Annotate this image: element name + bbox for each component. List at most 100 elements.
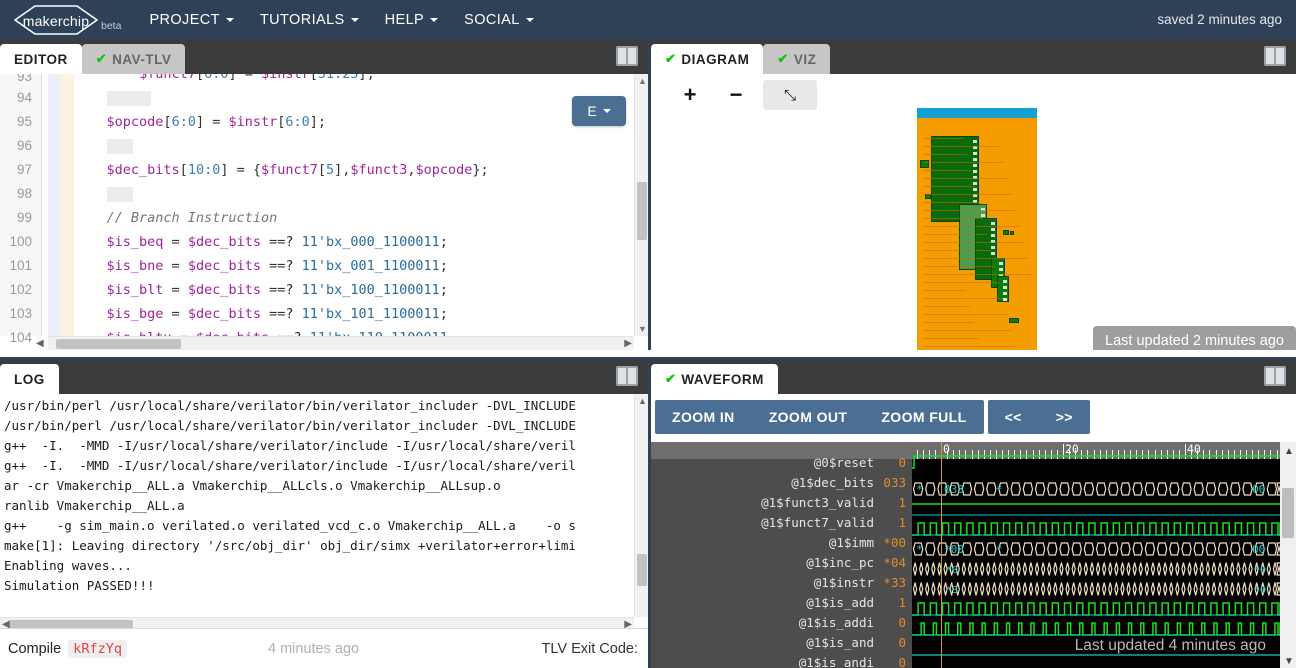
code-line[interactable]: $is_bne = $dec_bits ==? 11'bx_001_110001… [74,254,632,278]
signal-row[interactable]: @1$dec_bits 033 [651,472,912,492]
tab-log[interactable]: LOG [0,364,59,394]
signal-name: @1$is_and [806,634,874,650]
scrollbar-thumb[interactable] [1282,488,1294,538]
log-line: /usr/bin/perl /usr/local/share/verilator… [4,418,576,433]
code-line[interactable]: $funct7[6:0] = $instr[31:25]; [74,74,632,86]
editor-vertical-scrollbar[interactable]: ▲ ▼ [634,74,648,336]
check-icon: ✔ [95,51,108,66]
tab-editor[interactable]: EDITOR [0,44,82,74]
zoom-out-button[interactable]: ZOOM OUT [752,400,865,434]
diagram-wire [923,330,1011,331]
code-line[interactable] [74,182,632,206]
signal-row[interactable]: @1$imm *00 [651,532,912,552]
diagram-wire [923,186,975,187]
scroll-down-arrow[interactable]: ▼ [1284,656,1294,667]
editor-horizontal-scrollbar[interactable] [48,336,634,350]
diagram-body[interactable]: + − ⤡ Last updated 2 minutes ago [651,74,1296,350]
waveform-canvas[interactable]: @0$reset 0 @1$dec_bits 033 @1$funct3_valid 1 @… [651,442,1296,668]
diagram-block[interactable] [1009,318,1019,323]
status-bar: Compile kRfzYq 4 minutes ago TLV Exit Co… [0,628,648,668]
code-line[interactable] [74,86,632,110]
signal-row[interactable]: @1$funct7_valid 1 [651,512,912,532]
step-forward-button[interactable]: >> [1039,400,1090,434]
code-token: $funct3 [350,162,408,178]
scroll-right-arrow[interactable]: ▶ [624,338,632,349]
code-line[interactable]: $is_blt = $dec_bits ==? 11'bx_100_110001… [74,278,632,302]
tab-viz[interactable]: ✔ VIZ [763,44,831,74]
signal-row[interactable]: @1$inc_pc *04 [651,552,912,572]
scroll-up-arrow[interactable]: ▲ [638,76,647,86]
tab-diagram[interactable]: ✔ DIAGRAM [651,44,764,74]
code-line[interactable] [74,134,632,158]
signal-row[interactable]: @1$is_add 1 [651,592,912,612]
scrollbar-thumb[interactable] [637,182,647,240]
signal-name: @0$reset [813,455,874,470]
signal-row[interactable]: @1$is_andi 0 [651,652,912,668]
diagram-port [991,246,995,249]
editor-body[interactable]: 93 94 95 96 97 98 99 100 101 102 103 104 $funct7[6:… [0,74,648,350]
code-token: $opcode [106,114,164,130]
code-token: [ [317,162,327,178]
waveform-vertical-scrollbar[interactable]: ▲ ▼ [1280,442,1296,668]
zoom-in-button[interactable]: ZOOM IN [655,400,752,434]
waveform-body[interactable]: ZOOM IN ZOOM OUT ZOOM FULL << >> @0$rese… [651,394,1296,668]
time-cursor[interactable] [941,442,942,668]
nav-menu: PROJECT TUTORIALS HELP SOCIAL [149,8,534,32]
signal-trace [912,503,1280,516]
diagram-port [973,164,977,167]
zoom-out-button[interactable]: − [717,80,755,110]
step-back-button[interactable]: << [988,400,1039,434]
split-pane-icon[interactable] [616,46,638,66]
signal-value: *33 [883,574,906,590]
nav-item-social[interactable]: SOCIAL [464,8,534,32]
code-line[interactable]: $opcode[6:0] = $instr[6:0]; [74,110,632,134]
code-line[interactable]: $is_bge = $dec_bits ==? 11'bx_101_110001… [74,302,632,326]
signal-row[interactable]: @1$instr *33 [651,572,912,592]
diagram-port [991,252,995,255]
fit-to-screen-button[interactable]: ⤡ [763,80,817,110]
code-token: 11'bx_000_1100011 [301,234,440,250]
code-lines[interactable]: $funct7[6:0] = $instr[31:25]; $opcode[6:… [74,74,632,346]
split-pane-icon[interactable] [1264,366,1286,386]
scrollbar-thumb[interactable] [56,339,181,349]
nav-item-project[interactable]: PROJECT [149,8,234,32]
waveform-pane: ✔ WAVEFORM ZOOM IN ZOOM OUT ZOOM FULL <<… [648,357,1296,668]
diagram-block[interactable] [1003,230,1009,235]
signal-row[interactable]: @1$is_and 0 [651,632,912,652]
code-line[interactable]: $dec_bits[10:0] = {$funct7[5],$funct3,$o… [74,158,632,182]
split-pane-icon[interactable] [1264,46,1286,66]
diagram-port [991,234,995,237]
tab-nav-tlv[interactable]: ✔ NAV-TLV [81,44,186,74]
scroll-down-arrow[interactable]: ▼ [638,324,647,334]
brand-logo[interactable]: makerchip beta [14,5,121,35]
compile-id[interactable]: kRfzYq [68,639,127,658]
zoom-full-button[interactable]: ZOOM FULL [864,400,983,434]
code-line[interactable]: $is_beq = $dec_bits ==? 11'bx_000_110001… [74,230,632,254]
code-token: 11'bx_001_1100011 [301,258,440,274]
scroll-up-arrow[interactable]: ▲ [1284,446,1294,457]
nav-label: TUTORIALS [259,12,345,28]
editor-mode-button[interactable]: E [572,96,626,126]
zoom-in-button[interactable]: + [671,80,709,110]
waveform-plot[interactable]: 0 20 40 033 * * 00 *00 * * 00 *0 *0 *3 *0 [912,442,1280,668]
scrollbar-thumb[interactable] [637,554,647,586]
log-vertical-scrollbar[interactable]: ▲ [634,394,648,617]
diagram-block[interactable] [1010,231,1014,235]
block-diagram-canvas[interactable] [917,108,1037,350]
tab-waveform[interactable]: ✔ WAVEFORM [651,364,778,394]
split-pane-icon[interactable] [616,366,638,386]
code-area[interactable]: 93 94 95 96 97 98 99 100 101 102 103 104 $funct7[6:… [0,74,648,346]
nav-item-help[interactable]: HELP [385,8,439,32]
diagram-port [991,222,995,225]
code-token: ] = [195,114,229,130]
whitespace-marker [106,138,133,154]
code-line[interactable]: // Branch Instruction [74,206,632,230]
signal-row[interactable]: @0$reset 0 [651,455,912,472]
nav-item-tutorials[interactable]: TUTORIALS [260,8,359,32]
log-body[interactable]: /usr/bin/perl /usr/local/share/verilator… [0,394,648,631]
signal-row[interactable]: @1$is_addi 0 [651,612,912,632]
signal-row[interactable]: @1$funct3_valid 1 [651,492,912,512]
scroll-left-arrow[interactable]: ◀ [36,338,44,349]
svg-text:00: 00 [1252,483,1265,496]
scroll-up-arrow[interactable]: ▲ [638,396,647,406]
